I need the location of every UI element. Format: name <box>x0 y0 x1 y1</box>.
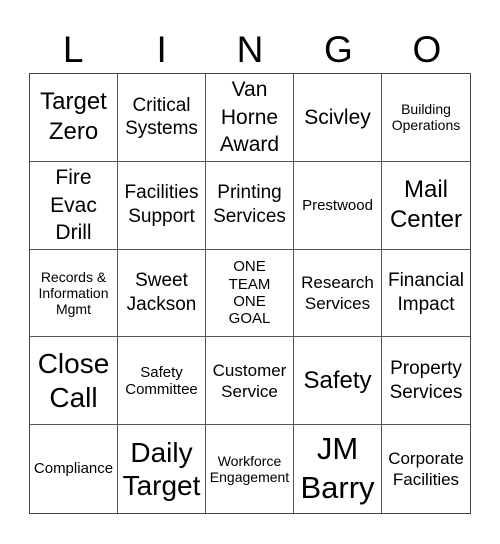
bingo-cell[interactable]: Property Services <box>382 337 470 426</box>
bingo-cell[interactable]: Van Horne Award <box>206 74 294 162</box>
bingo-cell[interactable]: Mail Center <box>382 162 470 250</box>
bingo-cell[interactable]: Corporate Facilities <box>382 425 470 513</box>
header-letter-o: O <box>412 29 442 70</box>
header-letter-n: N <box>236 29 264 70</box>
header-letter-i: I <box>156 29 167 70</box>
bingo-cell[interactable]: Workforce Engagement <box>206 425 294 513</box>
bingo-cell[interactable]: Building Operations <box>382 74 470 162</box>
bingo-cell[interactable]: Prestwood <box>294 161 382 250</box>
bingo-cell[interactable]: Facilities Support <box>118 161 206 250</box>
bingo-cell[interactable]: Close Call <box>30 337 118 426</box>
bingo-cell[interactable]: JM Barry <box>294 425 382 513</box>
bingo-cell[interactable]: Safety <box>294 337 382 426</box>
header-letter-g: G <box>324 29 353 70</box>
bingo-cell[interactable]: Printing Services <box>206 161 294 250</box>
bingo-header: L I N G O <box>29 28 471 72</box>
bingo-cell[interactable]: Compliance <box>30 425 118 513</box>
bingo-cell[interactable]: Sweet Jackson <box>118 249 206 338</box>
bingo-cell[interactable]: Fire Evac Drill <box>30 161 118 250</box>
header-letter-l: L <box>62 29 84 70</box>
bingo-cell[interactable]: ONE TEAM ONE GOAL <box>206 249 294 338</box>
bingo-cell[interactable]: Target Zero <box>30 74 118 162</box>
bingo-cell[interactable]: Customer Service <box>206 337 294 426</box>
bingo-cell[interactable]: Financial Impact <box>382 250 470 338</box>
bingo-cell[interactable]: Daily Target <box>118 425 206 513</box>
bingo-grid: Target Zero Critical Systems Van Horne A… <box>29 73 471 514</box>
bingo-cell[interactable]: Research Services <box>294 249 382 338</box>
bingo-cell[interactable]: Critical Systems <box>118 74 206 162</box>
bingo-cell[interactable]: Scivley <box>294 74 382 162</box>
bingo-cell[interactable]: Safety Committee <box>118 337 206 426</box>
bingo-cell[interactable]: Records & Information Mgmt <box>30 249 118 338</box>
